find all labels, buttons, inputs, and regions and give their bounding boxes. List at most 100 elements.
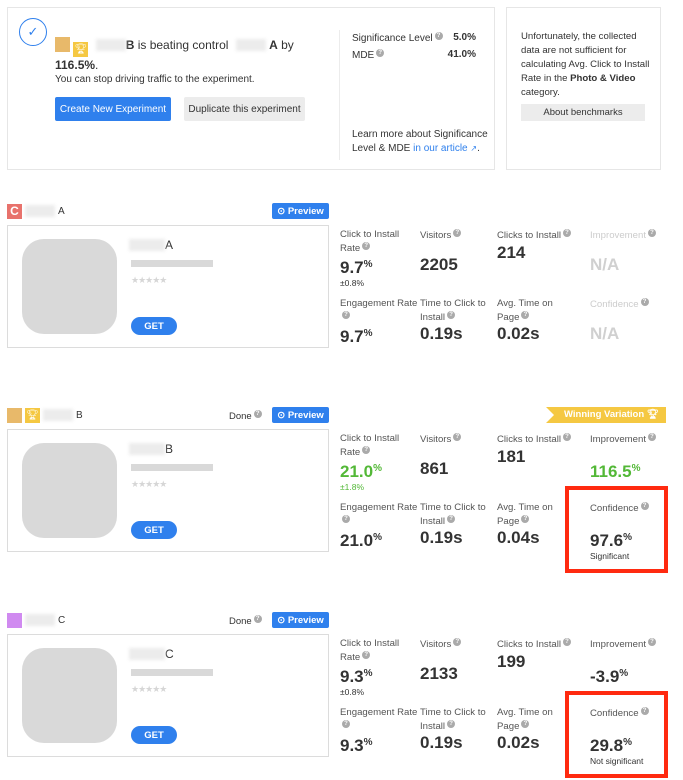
metric-label-text: Click to Install Rate bbox=[340, 638, 400, 663]
preview-button[interactable]: ⊙ Preview bbox=[272, 407, 329, 423]
duplicate-experiment-button[interactable]: Duplicate this experiment bbox=[184, 97, 305, 121]
metric-label: Clicks to Install? bbox=[497, 229, 577, 243]
blurred-app-name bbox=[25, 205, 55, 217]
metric-ctir: Click to Install Rate? 9.3% ±0.8% bbox=[340, 638, 420, 697]
metric-label: Confidence? bbox=[590, 707, 665, 721]
experiment-summary-panel: ✓ 🏆︎ B is beating control A by 116.5%. Y… bbox=[7, 7, 495, 170]
help-icon[interactable]: ? bbox=[453, 433, 462, 441]
metric-label: Improvement? bbox=[590, 638, 670, 652]
metric-ttc: Time to Click to Install? 0.19s bbox=[420, 502, 500, 548]
help-icon[interactable]: ? bbox=[640, 298, 649, 306]
metric-improvement: Improvement? -3.9% bbox=[590, 638, 670, 687]
help-icon[interactable]: ? bbox=[521, 514, 530, 523]
metric-label-text: Clicks to Install bbox=[497, 434, 561, 445]
app-icon-placeholder bbox=[22, 239, 117, 334]
metric-label: Time to Click to Install? bbox=[420, 298, 500, 324]
metric-ctir: Click to Install Rate? 21.0% ±1.8% bbox=[340, 433, 420, 492]
help-icon[interactable]: ? bbox=[640, 707, 649, 715]
metric-label: Clicks to Install? bbox=[497, 638, 577, 652]
variant-header: 🏆︎ B bbox=[7, 407, 83, 423]
help-icon[interactable]: ? bbox=[647, 638, 656, 646]
help-icon[interactable]: ? bbox=[521, 719, 530, 728]
metric-label-text: Clicks to Install bbox=[497, 230, 561, 241]
help-icon[interactable]: ? bbox=[362, 241, 371, 250]
metric-value: 0.19s bbox=[420, 733, 500, 753]
get-button[interactable]: GET bbox=[131, 317, 177, 335]
app-subtitle-placeholder bbox=[131, 260, 213, 267]
significance-label: Significance Level bbox=[352, 33, 433, 44]
app-name-letter: B bbox=[165, 442, 174, 456]
metric-value-text: 9.7 bbox=[340, 327, 364, 346]
metric-label-text: Confidence bbox=[590, 708, 639, 719]
help-icon[interactable]: ? bbox=[447, 719, 456, 728]
benchmarks-message: Unfortunately, the collected data are no… bbox=[521, 30, 651, 100]
metric-value-text: N/A bbox=[590, 323, 620, 343]
percent-sign: % bbox=[619, 667, 629, 679]
help-icon[interactable]: ? bbox=[562, 638, 571, 646]
significance-note: Significant bbox=[590, 550, 630, 561]
preview-button[interactable]: ⊙ Preview bbox=[272, 612, 329, 628]
metric-engagement: Engagement Rate? 21.0% bbox=[340, 502, 420, 551]
help-icon[interactable]: ? bbox=[253, 410, 262, 418]
help-icon[interactable]: ? bbox=[562, 433, 571, 441]
app-preview-card: B ★★★★★ GET bbox=[7, 429, 329, 552]
control-label: A bbox=[269, 38, 278, 52]
about-benchmarks-button[interactable]: About benchmarks bbox=[521, 104, 645, 121]
metric-visitors: Visitors? 861 bbox=[420, 433, 500, 479]
preview-button[interactable]: ⊙ Preview bbox=[272, 203, 329, 219]
metric-value: N/A bbox=[590, 255, 670, 275]
percent-sign: % bbox=[363, 668, 373, 679]
help-icon[interactable]: ? bbox=[447, 514, 456, 523]
help-icon[interactable]: ? bbox=[342, 310, 350, 319]
done-label: Done bbox=[229, 616, 252, 627]
variant-letter: A bbox=[58, 205, 65, 217]
significance-level-row: Significance Level? 5.0% bbox=[352, 32, 476, 44]
app-preview-card: A ★★★★★ GET bbox=[7, 225, 329, 348]
help-icon[interactable]: ? bbox=[447, 310, 456, 319]
help-icon[interactable]: ? bbox=[521, 310, 530, 319]
help-icon[interactable]: ? bbox=[453, 638, 462, 646]
metric-value: 97.6% bbox=[590, 528, 665, 551]
get-button[interactable]: GET bbox=[131, 726, 177, 744]
help-icon[interactable]: ? bbox=[453, 229, 462, 237]
metric-avg-time: Avg. Time on Page? 0.02s bbox=[497, 298, 577, 344]
metric-label-text: Engagement Rate bbox=[340, 298, 418, 309]
winning-label: Winning Variation bbox=[564, 409, 645, 420]
blurred-app-name bbox=[129, 239, 165, 251]
metric-label: Time to Click to Install? bbox=[420, 707, 500, 733]
help-icon[interactable]: ? bbox=[376, 49, 385, 57]
help-icon[interactable]: ? bbox=[640, 502, 649, 510]
metric-value-text: 0.04s bbox=[497, 528, 540, 547]
metric-value: 21.0% bbox=[340, 528, 420, 551]
metric-value-text: 21.0 bbox=[340, 531, 374, 550]
help-icon[interactable]: ? bbox=[342, 719, 350, 728]
help-icon[interactable]: ? bbox=[562, 229, 571, 237]
article-link[interactable]: in our article bbox=[413, 143, 467, 154]
help-icon[interactable]: ? bbox=[647, 433, 656, 441]
metric-value: 9.3% bbox=[340, 664, 420, 687]
metric-label: Engagement Rate? bbox=[340, 298, 420, 324]
eye-icon: ⊙ bbox=[277, 205, 286, 217]
metric-label: Improvement? bbox=[590, 433, 670, 447]
metric-confidence: Confidence? N/A bbox=[590, 298, 670, 344]
metric-engagement: Engagement Rate? 9.3% bbox=[340, 707, 420, 756]
percent-sign: % bbox=[363, 259, 373, 270]
percent-sign: % bbox=[373, 532, 382, 543]
help-icon[interactable]: ? bbox=[342, 514, 350, 523]
get-button[interactable]: GET bbox=[131, 521, 177, 539]
help-icon[interactable]: ? bbox=[647, 229, 656, 237]
help-icon[interactable]: ? bbox=[362, 650, 371, 659]
metric-value-text: -3.9 bbox=[590, 666, 620, 686]
metric-value-text: 2133 bbox=[420, 663, 458, 683]
metric-value-text: 214 bbox=[497, 242, 526, 262]
metric-value-text: 0.19s bbox=[420, 324, 463, 343]
help-icon[interactable]: ? bbox=[434, 32, 443, 40]
variant-letter: C bbox=[58, 614, 66, 626]
help-icon[interactable]: ? bbox=[253, 615, 262, 623]
create-new-experiment-button[interactable]: Create New Experiment bbox=[55, 97, 171, 121]
blurred-app-name bbox=[43, 409, 73, 421]
metric-label: Visitors? bbox=[420, 229, 500, 243]
metric-label-text: Click to Install Rate bbox=[340, 229, 400, 254]
help-icon[interactable]: ? bbox=[362, 445, 371, 454]
percent-sign: % bbox=[623, 736, 632, 748]
